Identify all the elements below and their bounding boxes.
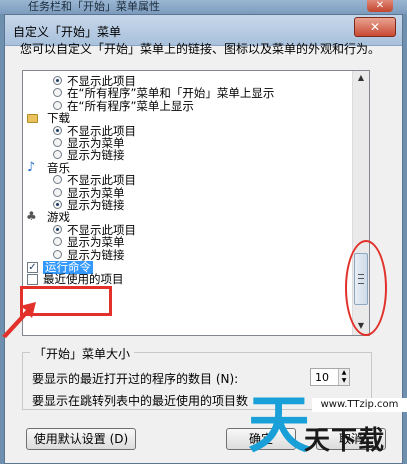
checkbox[interactable] bbox=[27, 274, 38, 286]
radio-button[interactable] bbox=[53, 100, 62, 110]
music-note-icon: ♪ bbox=[27, 159, 36, 175]
scroll-up-arrow-icon[interactable]: ▲ bbox=[354, 71, 368, 85]
recent-programs-spinner[interactable]: 10 ▲ ▼ bbox=[310, 368, 350, 386]
background-window-title: 任务栏和「开始」菜单属性 bbox=[28, 0, 160, 13]
spin-up-icon[interactable]: ▲ bbox=[340, 369, 348, 376]
watermark-text: 天下载 bbox=[304, 426, 386, 456]
radio-label: 在“所有程序”菜单上显示 bbox=[67, 98, 194, 113]
dialog-title: 自定义「开始」菜单 bbox=[13, 25, 122, 39]
radio-button[interactable] bbox=[53, 88, 62, 98]
dialog-close-button[interactable]: ✕ bbox=[354, 17, 396, 37]
radio-button[interactable] bbox=[53, 150, 62, 160]
list-item[interactable]: 显示为链接 bbox=[23, 199, 353, 212]
dialog-description: 您可以自定义「开始」菜单上的链接、图标以及菜单的外观和行为。 bbox=[20, 42, 381, 56]
watermark-url: www.TTzip.com bbox=[312, 398, 407, 412]
background-window-titlebar: 任务栏和「开始」菜单属性 bbox=[0, 0, 407, 14]
list-item[interactable]: 最近使用的项目 bbox=[23, 273, 353, 286]
recent-programs-label: 要显示的最近打开过的程序的数目 (N): bbox=[32, 372, 239, 386]
radio-button[interactable] bbox=[53, 249, 62, 259]
annotation-arrow-icon bbox=[2, 302, 36, 338]
jump-list-items-label: 要显示在跳转列表中的最近使用的项目数 bbox=[32, 394, 249, 408]
radio-button[interactable] bbox=[53, 138, 62, 147]
watermark-logo: 天 bbox=[248, 388, 311, 461]
use-default-settings-button[interactable]: 使用默认设置 (D) bbox=[26, 428, 136, 450]
radio-button[interactable] bbox=[53, 200, 62, 209]
radio-label: 显示为链接 bbox=[67, 148, 125, 163]
recent-programs-value[interactable]: 10 bbox=[315, 371, 329, 384]
radio-button[interactable] bbox=[53, 187, 62, 197]
menu-size-group-title: 「开始」菜单大小 bbox=[30, 345, 135, 362]
list-item[interactable]: 在“所有程序”菜单上显示 bbox=[23, 98, 353, 113]
radio-label: 显示为链接 bbox=[67, 198, 125, 212]
folder-icon bbox=[27, 114, 38, 124]
spin-down-icon[interactable]: ▼ bbox=[340, 377, 348, 384]
spinner-buttons: ▲ ▼ bbox=[338, 369, 349, 385]
radio-button[interactable] bbox=[53, 224, 62, 234]
background-close-button[interactable]: ✕ bbox=[367, 0, 393, 12]
radio-button[interactable] bbox=[53, 125, 62, 135]
radio-button[interactable] bbox=[53, 237, 62, 247]
list-item[interactable]: 显示为链接 bbox=[23, 149, 353, 162]
checkbox[interactable]: ✓ bbox=[27, 262, 38, 273]
radio-button[interactable] bbox=[53, 175, 62, 185]
annotation-scrollbar-ellipse bbox=[345, 240, 387, 336]
radio-button[interactable] bbox=[53, 76, 62, 85]
game-controller-icon: ♣ bbox=[26, 209, 37, 224]
checkbox-label: 最近使用的项目 bbox=[43, 272, 124, 287]
